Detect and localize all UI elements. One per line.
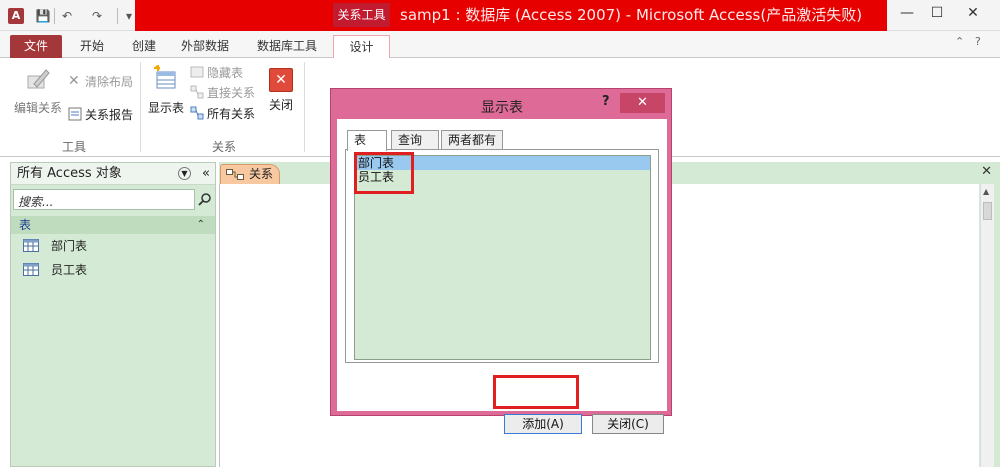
- maximize-button[interactable]: ☐: [918, 0, 956, 27]
- nav-item-employee-table[interactable]: 员工表: [11, 258, 215, 282]
- search-icon[interactable]: [198, 192, 212, 206]
- clear-layout-button[interactable]: ✕ 清除布局: [68, 72, 133, 90]
- ribbon-separator: [140, 62, 141, 152]
- close-document-icon[interactable]: ✕: [981, 164, 992, 179]
- edit-relationships-icon: [27, 69, 50, 89]
- chevron-up-icon[interactable]: ⌃: [197, 216, 205, 234]
- show-table-button[interactable]: 显示表: [146, 64, 186, 116]
- close-button[interactable]: 关闭(C): [592, 414, 664, 434]
- tools-group-label: 工具: [62, 140, 87, 154]
- document-tab-label: 关系: [249, 167, 274, 181]
- nav-pane-title: 所有 Access 对象: [17, 166, 122, 181]
- nav-item-label: 部门表: [51, 239, 88, 253]
- show-table-icon: [154, 65, 176, 89]
- close-window-button[interactable]: ✕: [954, 0, 992, 27]
- title-bar: A 💾 ↶ ↷ ▾ 关系工具 samp1 : 数据库 (Access 2007)…: [0, 0, 1000, 31]
- dialog-close-icon[interactable]: ✕: [620, 93, 665, 113]
- nav-item-label: 员工表: [51, 263, 88, 277]
- all-relationships-icon: [190, 106, 204, 120]
- relationship-report-button[interactable]: 关系报告: [68, 105, 133, 123]
- ribbon-tab-row: 文件 开始 创建 外部数据 数据库工具 设计 ⌃ ?: [0, 31, 1000, 58]
- close-relationships-button[interactable]: ✕ 关闭: [266, 64, 296, 113]
- tab-design[interactable]: 设计: [333, 35, 390, 58]
- tab-both[interactable]: 两者都有: [441, 130, 503, 150]
- tab-database-tools[interactable]: 数据库工具: [248, 35, 326, 58]
- tab-create[interactable]: 创建: [122, 35, 166, 58]
- clear-layout-icon: ✕: [68, 73, 80, 89]
- direct-relationships-icon: [190, 85, 204, 99]
- help-icon[interactable]: ?: [975, 35, 981, 48]
- direct-relationships-label: 直接关系: [207, 85, 256, 100]
- relationships-document-tab[interactable]: 关系: [220, 164, 280, 184]
- hide-table-icon: [190, 66, 204, 78]
- scrollbar-thumb[interactable]: [983, 202, 992, 220]
- nav-item-department-table[interactable]: 部门表: [11, 234, 215, 258]
- window-title: samp1 : 数据库 (Access 2007) - Microsoft Ac…: [400, 6, 863, 24]
- relationships-group-label: 关系: [212, 140, 237, 154]
- close-red-icon: ✕: [269, 68, 293, 92]
- search-placeholder: 搜索...: [18, 195, 54, 209]
- direct-relationships-button[interactable]: 直接关系: [190, 83, 255, 101]
- tab-home[interactable]: 开始: [70, 35, 114, 58]
- nav-pane-header[interactable]: 所有 Access 对象 ▼ «: [11, 163, 215, 185]
- highlight-box-add-button: [493, 375, 579, 409]
- relationship-tools-context-label: 关系工具: [333, 3, 390, 27]
- dialog-title: 显示表: [481, 100, 523, 116]
- redo-icon[interactable]: ↷: [88, 7, 106, 25]
- tab-queries[interactable]: 查询: [391, 130, 439, 150]
- all-relationships-label: 所有关系: [207, 106, 256, 121]
- undo-icon[interactable]: ↶: [58, 7, 76, 25]
- access-app-icon[interactable]: A: [8, 8, 24, 24]
- save-icon[interactable]: 💾: [34, 7, 52, 25]
- close-label: 关闭: [268, 98, 293, 112]
- edit-relationships-button[interactable]: 编辑关系: [12, 64, 64, 116]
- tab-external-data[interactable]: 外部数据: [172, 35, 238, 58]
- ribbon-separator: [304, 62, 305, 152]
- dialog-help-icon[interactable]: ?: [602, 94, 610, 109]
- qat-separator: [54, 8, 55, 24]
- clear-layout-label: 清除布局: [85, 74, 134, 89]
- tables-section-label: 表: [19, 218, 32, 232]
- search-input[interactable]: 搜索...: [13, 189, 211, 210]
- add-button[interactable]: 添加(A): [504, 414, 582, 434]
- edit-relationships-label: 编辑关系: [13, 101, 62, 115]
- relationship-report-icon: [68, 107, 82, 121]
- hide-table-button[interactable]: 隐藏表: [190, 63, 243, 81]
- qat-separator: [117, 8, 118, 24]
- vertical-scrollbar[interactable]: ▲: [980, 184, 994, 467]
- show-table-label: 显示表: [147, 101, 184, 115]
- tables-section-header[interactable]: 表 ⌃: [11, 216, 215, 234]
- show-table-dialog: 显示表 ? ✕ 表 查询 两者都有 部门表 员工表 添加(A) 关闭(C): [330, 88, 672, 434]
- tab-tables[interactable]: 表: [347, 130, 387, 151]
- scroll-up-icon[interactable]: ▲: [983, 187, 989, 196]
- chevron-down-icon[interactable]: ▼: [178, 167, 191, 180]
- navigation-pane: 所有 Access 对象 ▼ « 搜索... 表 ⌃ 部门表 员工表: [10, 162, 216, 467]
- table-icon: [23, 263, 39, 276]
- tab-file[interactable]: 文件: [10, 35, 62, 58]
- relationship-report-label: 关系报告: [85, 107, 134, 122]
- hide-table-label: 隐藏表: [207, 65, 244, 80]
- collapse-ribbon-icon[interactable]: ⌃: [955, 35, 964, 48]
- highlight-box-table-list: [354, 152, 414, 194]
- relationships-icon: [226, 169, 244, 180]
- all-relationships-button[interactable]: 所有关系: [190, 104, 255, 122]
- collapse-nav-icon[interactable]: «: [202, 163, 210, 185]
- table-icon: [23, 239, 39, 252]
